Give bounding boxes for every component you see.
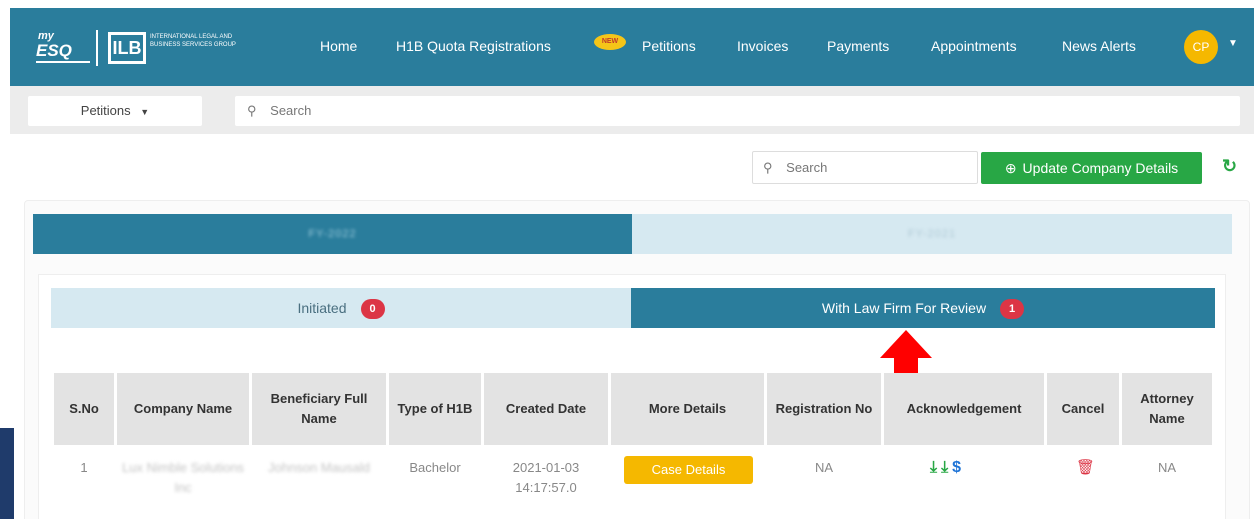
case-details-button[interactable]: Case Details <box>624 456 753 484</box>
header-created-date: Created Date <box>484 373 608 445</box>
update-company-details-button[interactable]: ⊕ Update Company Details <box>981 152 1202 184</box>
nav-petitions[interactable]: Petitions <box>642 38 696 54</box>
download-icon[interactable]: ⤓ <box>930 459 937 476</box>
tab-fy-2022[interactable]: FY-2022 <box>33 214 632 254</box>
nav-appointments[interactable]: Appointments <box>931 38 1017 54</box>
header-cancel: Cancel <box>1047 373 1119 445</box>
tab-fy-2021-label: FY-2021 <box>907 228 957 240</box>
header-attorney-name: Attorney Name <box>1122 373 1212 445</box>
cell-beneficiary-name: Johnson Mausald <box>252 452 386 504</box>
header-company-name: Company Name <box>117 373 249 445</box>
ilb-company-name: INTERNATIONAL LEGAL AND BUSINESS SERVICE… <box>150 34 236 48</box>
sub-toolbar: Petitions ▼ ⚲ Search <box>10 86 1254 134</box>
cell-created-date: 2021-01-03 14:17:57.0 <box>512 460 580 495</box>
tab-initiated[interactable]: Initiated 0 <box>51 288 631 328</box>
acknowledgement-actions: ⤓ ⤓ $ <box>930 459 961 477</box>
header-beneficiary-name: Beneficiary Full Name <box>252 373 386 445</box>
nav-news-alerts[interactable]: News Alerts <box>1062 38 1136 54</box>
caret-down-icon: ▼ <box>140 107 150 117</box>
refresh-icon[interactable]: ↻ <box>1222 156 1237 177</box>
header-type-of-h1b: Type of H1B <box>389 373 481 445</box>
trash-icon[interactable]: 🗑 <box>1076 458 1095 476</box>
tab-fy-2021[interactable]: FY-2021 <box>632 214 1232 254</box>
chevron-down-icon[interactable]: ▼ <box>1228 38 1238 49</box>
dollar-icon[interactable]: $ <box>952 459 961 476</box>
search-icon: ⚲ <box>247 103 257 118</box>
table-search-input[interactable]: ⚲ Search <box>752 151 978 184</box>
tab-fy-2022-label: FY-2022 <box>308 228 357 240</box>
header-acknowledgement: Acknowledgement <box>884 373 1044 445</box>
initiated-count-badge: 0 <box>360 299 385 320</box>
cell-sno: 1 <box>80 460 88 475</box>
petitions-dropdown[interactable]: Petitions ▼ <box>28 96 202 126</box>
top-nav: my ESQ ILB INTERNATIONAL LEGAL AND BUSIN… <box>10 8 1254 86</box>
company-name-text: Lux Nimble Solutions Inc <box>121 460 245 495</box>
header-more-details: More Details <box>611 373 764 445</box>
tab-initiated-label: Initiated <box>297 300 347 316</box>
ilb-logo: ILB <box>108 32 146 64</box>
cell-company-name: Lux Nimble Solutions Inc <box>117 452 249 504</box>
new-badge: NEW <box>594 34 626 50</box>
avatar[interactable]: CP <box>1184 30 1218 64</box>
logo-esq[interactable]: ESQ <box>36 41 90 63</box>
global-search-placeholder: Search <box>270 103 312 118</box>
header-sno: S.No <box>54 373 114 445</box>
table-search-placeholder: Search <box>786 160 828 175</box>
plus-circle-icon: ⊕ <box>1004 160 1017 176</box>
search-icon: ⚲ <box>763 160 773 175</box>
update-company-details-label: Update Company Details <box>1022 160 1179 176</box>
logo-divider <box>96 30 98 66</box>
nav-home[interactable]: Home <box>320 38 357 54</box>
tab-with-law-firm-for-review[interactable]: With Law Firm For Review 1 <box>631 288 1215 328</box>
page-edge-decoration <box>0 428 14 519</box>
cell-registration-no: NA <box>814 460 834 475</box>
global-search-input[interactable]: ⚲ Search <box>235 96 1240 126</box>
nav-payments[interactable]: Payments <box>827 38 889 54</box>
cell-type-of-h1b: Bachelor <box>409 460 461 475</box>
review-count-badge: 1 <box>1000 299 1025 320</box>
nav-h1b-quota-registrations[interactable]: H1B Quota Registrations <box>396 38 551 54</box>
header-registration-no: Registration No <box>767 373 881 445</box>
nav-invoices[interactable]: Invoices <box>737 38 788 54</box>
tab-review-label: With Law Firm For Review <box>821 300 987 316</box>
download-icon[interactable]: ⤓ <box>941 459 948 476</box>
cell-attorney-name: NA <box>1157 460 1177 475</box>
petitions-dropdown-label: Petitions <box>80 103 131 118</box>
beneficiary-name-text: Johnson Mausald <box>268 460 370 475</box>
